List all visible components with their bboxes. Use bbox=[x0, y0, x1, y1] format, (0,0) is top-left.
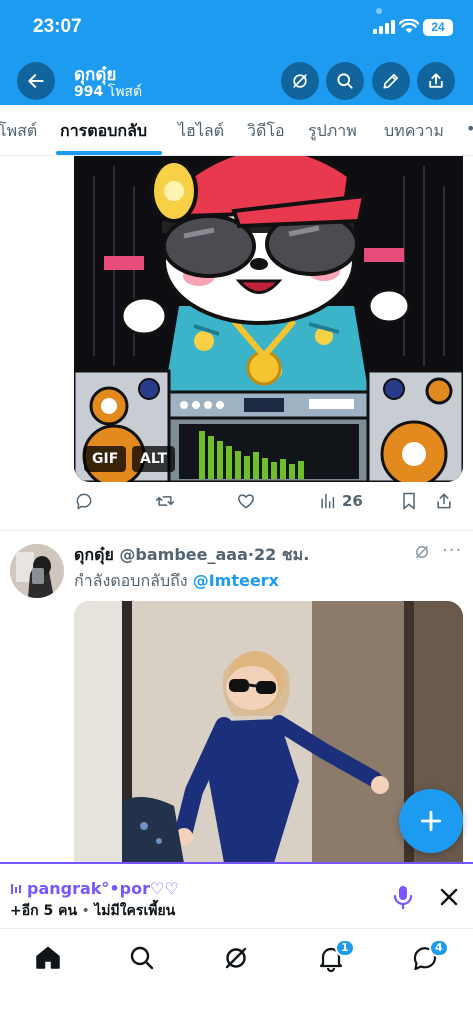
more-options-icon[interactable]: ··· bbox=[442, 540, 462, 561]
edit-button[interactable] bbox=[372, 62, 410, 100]
bottom-navigation: 1 4 bbox=[0, 928, 473, 1024]
share-tweet-button[interactable] bbox=[434, 491, 454, 511]
space-subtitle-separator: • bbox=[81, 903, 90, 919]
bookmark-button[interactable] bbox=[399, 491, 419, 511]
share-button[interactable] bbox=[417, 62, 455, 100]
profile-tabs: โพสต์ การตอบกลับ ไฮไลต์ วิดีโอ รูปภาพ บท… bbox=[0, 105, 473, 156]
tab-photos[interactable]: รูปภาพ bbox=[308, 119, 357, 144]
reply-icon bbox=[76, 493, 92, 510]
tab-videos[interactable]: วิดีโอ bbox=[247, 119, 285, 144]
home-icon bbox=[36, 946, 60, 969]
retweet-button[interactable] bbox=[155, 491, 175, 511]
retweet-icon bbox=[155, 496, 175, 506]
arrow-left-icon bbox=[28, 74, 44, 88]
tweet-divider bbox=[0, 530, 473, 531]
space-title-text: pangrak°•por♡♡ bbox=[27, 879, 179, 898]
status-time: 23:07 bbox=[33, 16, 82, 37]
spaces-dock[interactable]: pangrak°•por♡♡ +อีก 5 คน • ไม่มีใครเพี้ย… bbox=[0, 862, 473, 928]
search-icon bbox=[337, 73, 353, 89]
tweet-author[interactable]: ดุกดุ๋ย @bambee_aaa·22 ชม. bbox=[74, 543, 309, 568]
tab-posts[interactable]: โพสต์ bbox=[0, 119, 37, 144]
tab-highlights[interactable]: ไฮไลต์ bbox=[178, 119, 224, 144]
tab-more-partial[interactable]: • bbox=[466, 119, 473, 138]
avatar-photo bbox=[10, 544, 64, 598]
active-tab-indicator bbox=[56, 151, 162, 155]
space-title[interactable]: pangrak°•por♡♡ bbox=[10, 879, 179, 898]
bookmark-icon bbox=[403, 492, 415, 510]
post-count: 994 โพสต์ bbox=[74, 81, 142, 103]
microphone-icon[interactable] bbox=[391, 884, 415, 910]
battery-indicator: 24 bbox=[423, 19, 453, 36]
audio-bars-icon bbox=[11, 883, 21, 894]
post-count-number: 994 bbox=[74, 84, 104, 100]
cellular-signal-icon bbox=[373, 20, 395, 34]
space-listener-count: +อีก 5 คน bbox=[10, 903, 78, 919]
compose-button[interactable] bbox=[399, 789, 463, 853]
grok-icon bbox=[225, 947, 247, 969]
space-subtitle: +อีก 5 คน • ไม่มีใครเพี้ยน bbox=[10, 900, 175, 922]
mention-link[interactable]: @Imteerx bbox=[193, 571, 279, 590]
views-count: 26 bbox=[342, 492, 363, 510]
tab-replies[interactable]: การตอบกลับ bbox=[60, 119, 147, 144]
share-icon bbox=[437, 493, 451, 509]
close-icon[interactable] bbox=[437, 885, 461, 909]
post-count-label: โพสต์ bbox=[107, 84, 143, 100]
plus-icon bbox=[420, 810, 442, 832]
avatar[interactable] bbox=[10, 544, 64, 598]
share-icon bbox=[429, 73, 443, 88]
grok-icon bbox=[293, 74, 307, 88]
grok-icon[interactable] bbox=[413, 543, 431, 561]
back-button[interactable] bbox=[17, 62, 55, 100]
nav-home[interactable] bbox=[34, 944, 62, 972]
tweet1-actions: 26 bbox=[74, 491, 463, 517]
author-handle[interactable]: @bambee_aaa bbox=[119, 545, 247, 564]
like-button[interactable] bbox=[236, 491, 256, 511]
recording-dot-icon bbox=[376, 8, 382, 14]
grok-button[interactable] bbox=[281, 62, 319, 100]
gif-badge: GIF bbox=[84, 446, 127, 472]
profile-top-bar: 23:07 24 ดุกดุ๋ย 994 โพสต์ bbox=[0, 0, 473, 105]
tweet-time[interactable]: 22 ชม. bbox=[254, 545, 309, 564]
nav-search[interactable] bbox=[128, 944, 156, 972]
wifi-icon bbox=[399, 19, 419, 33]
notifications-badge: 1 bbox=[335, 939, 355, 957]
space-status: ไม่มีใครเพี้ยน bbox=[94, 903, 176, 919]
messages-badge: 4 bbox=[429, 939, 449, 957]
replying-to: กำลังตอบกลับถึง @Imteerx bbox=[74, 569, 279, 594]
gif-media[interactable]: GIF ALT bbox=[74, 156, 463, 482]
author-display-name[interactable]: ดุกดุ๋ย bbox=[74, 545, 114, 564]
tab-articles[interactable]: บทความ bbox=[384, 119, 444, 144]
heart-icon bbox=[237, 494, 255, 509]
search-button[interactable] bbox=[326, 62, 364, 100]
panda-dj-gif bbox=[74, 156, 463, 482]
reply-button[interactable] bbox=[74, 491, 94, 511]
profile-header: ดุกดุ๋ย 994 โพสต์ bbox=[0, 56, 473, 106]
replying-to-label: กำลังตอบกลับถึง bbox=[74, 571, 188, 590]
views-chart-icon bbox=[321, 493, 335, 509]
nav-grok[interactable] bbox=[222, 944, 250, 972]
pencil-icon bbox=[383, 73, 399, 89]
status-bar: 23:07 24 bbox=[0, 0, 473, 56]
search-icon bbox=[130, 946, 154, 970]
alt-badge[interactable]: ALT bbox=[132, 446, 175, 472]
views-button[interactable]: 26 bbox=[318, 491, 363, 511]
